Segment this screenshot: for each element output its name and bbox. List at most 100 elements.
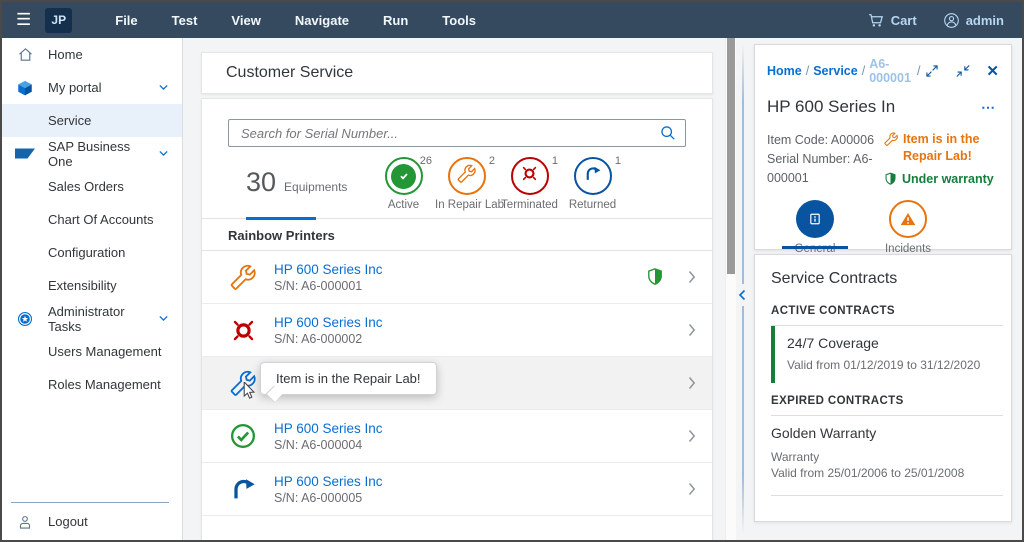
breadcrumb: Home / Service / A6-000001 / ✕ bbox=[755, 45, 1011, 89]
active-tab-indicator bbox=[782, 246, 848, 249]
contract-category: Warranty bbox=[771, 450, 820, 464]
sidebar-item-extensibility[interactable]: Extensibility bbox=[2, 269, 182, 302]
cube-icon bbox=[2, 79, 48, 97]
equipment-row[interactable]: HP 600 Series Inc S/N: A6-000002 bbox=[202, 304, 712, 357]
equipment-name-link[interactable]: HP 600 Series Inc bbox=[274, 262, 646, 277]
menu-file[interactable]: File bbox=[98, 13, 154, 28]
service-contracts-title: Service Contracts bbox=[771, 270, 898, 287]
returned-count-badge: 1 bbox=[614, 155, 621, 167]
menu-test[interactable]: Test bbox=[155, 13, 215, 28]
logout-button[interactable]: Logout bbox=[2, 505, 182, 538]
filter-label: Terminated bbox=[501, 199, 558, 211]
equipment-row[interactable]: HP 600 Series Inc S/N: A6-000001 bbox=[202, 251, 712, 304]
sidebar-item-label: Extensibility bbox=[48, 278, 117, 293]
expired-contracts-header: EXPIRED CONTRACTS bbox=[771, 395, 1003, 416]
expired-contracts-section: EXPIRED CONTRACTS Golden Warranty Warran… bbox=[771, 395, 1003, 491]
sidebar-item-administrator-tasks[interactable]: Administrator Tasks bbox=[2, 302, 182, 335]
chevron-down-icon[interactable] bbox=[157, 312, 170, 325]
sidebar-item-label: Sales Orders bbox=[48, 179, 124, 194]
sidebar-item-chart-of-accounts[interactable]: Chart Of Accounts bbox=[2, 203, 182, 236]
chevron-down-icon[interactable] bbox=[157, 81, 170, 94]
wrench-icon bbox=[228, 262, 258, 292]
breadcrumb-home[interactable]: Home bbox=[767, 64, 802, 78]
sidebar-item-sap-business-one[interactable]: SAP Business One bbox=[2, 137, 182, 170]
menu-tools[interactable]: Tools bbox=[425, 13, 493, 28]
filter-active[interactable]: 26 Active bbox=[372, 155, 435, 211]
equipment-list-card: 30 Equipments 26 Active 2 In Repair Lab … bbox=[201, 98, 713, 540]
contract-item[interactable]: Golden Warranty Warranty Valid from 25/0… bbox=[771, 416, 1003, 491]
equipment-row[interactable]: HP 600 Series Inc S/N: A6-000005 bbox=[202, 463, 712, 516]
filter-in-repair-lab[interactable]: 2 In Repair Lab bbox=[435, 155, 505, 211]
user-menu-button[interactable]: admin bbox=[943, 12, 1004, 29]
equipment-serial: S/N: A6-000005 bbox=[274, 490, 363, 505]
info-icon bbox=[810, 213, 820, 225]
expand-panel-icon[interactable] bbox=[924, 63, 940, 79]
search-input[interactable] bbox=[239, 124, 659, 142]
close-icon[interactable]: ✕ bbox=[986, 64, 999, 79]
collapse-panel-icon[interactable] bbox=[738, 284, 746, 306]
repair-lab-tooltip: Item is in the Repair Lab! bbox=[260, 362, 437, 395]
item-identifiers: Item Code: A00006 Serial Number: A6-0000… bbox=[767, 131, 884, 187]
wrench-icon bbox=[457, 164, 476, 188]
panel-splitter[interactable] bbox=[738, 38, 746, 540]
contract-item[interactable]: 24/7 Coverage Valid from 01/12/2019 to 3… bbox=[771, 326, 1003, 383]
cart-button[interactable]: Cart bbox=[867, 11, 917, 29]
page-title: Customer Service bbox=[226, 64, 354, 81]
menu-navigate[interactable]: Navigate bbox=[278, 13, 366, 28]
overflow-menu-icon[interactable]: ⋯ bbox=[981, 99, 997, 116]
warranty-status-text: Under warranty bbox=[902, 171, 994, 186]
search-icon[interactable] bbox=[659, 124, 677, 142]
main-scrollbar[interactable] bbox=[725, 38, 736, 540]
sidebar-item-label: Configuration bbox=[48, 245, 126, 260]
page-title-card: Customer Service bbox=[201, 52, 713, 94]
chevron-down-icon[interactable] bbox=[157, 147, 170, 160]
sap-logo-icon bbox=[2, 148, 48, 159]
home-icon bbox=[2, 46, 48, 63]
return-arrow-icon bbox=[228, 474, 258, 504]
item-code: Item Code: A00006 bbox=[767, 133, 875, 147]
scrollbar-thumb[interactable] bbox=[727, 38, 735, 274]
sidebar-item-service[interactable]: Service bbox=[2, 104, 182, 137]
filter-terminated[interactable]: 1 Terminated bbox=[498, 155, 561, 211]
chevron-right-icon bbox=[688, 482, 696, 496]
equipment-row-hovered[interactable]: Item is in the Repair Lab! bbox=[202, 357, 712, 410]
tab-incidents[interactable]: Incidents bbox=[875, 200, 941, 255]
sidebar-item-label: Home bbox=[48, 47, 83, 62]
terminated-icon bbox=[520, 164, 539, 188]
filter-label: In Repair Lab bbox=[435, 199, 505, 211]
cart-label: Cart bbox=[890, 12, 917, 28]
exit-fullscreen-icon[interactable] bbox=[955, 63, 971, 79]
sidebar-item-home[interactable]: Home bbox=[2, 38, 182, 71]
main-content: Customer Service 30 Equipments 26 Active bbox=[183, 38, 739, 540]
equipment-row[interactable]: HP 600 Series Inc S/N: A6-000004 bbox=[202, 410, 712, 463]
sidebar-divider bbox=[11, 502, 169, 503]
tab-all-equipments[interactable]: 30 Equipments bbox=[246, 167, 372, 198]
hamburger-menu-icon[interactable]: ☰ bbox=[16, 10, 31, 30]
repair-status-text: Item is in the Repair Lab! bbox=[903, 132, 980, 163]
breadcrumb-service[interactable]: Service bbox=[813, 64, 857, 78]
contract-validity: Valid from 25/01/2006 to 25/01/2008 bbox=[771, 466, 965, 480]
contract-name: 24/7 Coverage bbox=[787, 335, 879, 351]
user-icon bbox=[943, 12, 959, 28]
active-check-icon bbox=[391, 163, 416, 189]
equipment-name-link[interactable]: HP 600 Series Inc bbox=[274, 315, 688, 330]
app-window: ☰ JP File Test View Navigate Run Tools C… bbox=[0, 0, 1024, 542]
equipment-name-link[interactable]: HP 600 Series Inc bbox=[274, 474, 688, 489]
active-contracts-section: ACTIVE CONTRACTS 24/7 Coverage Valid fro… bbox=[771, 305, 1003, 383]
sidebar-item-users-management[interactable]: Users Management bbox=[2, 335, 182, 368]
cart-icon bbox=[868, 14, 883, 27]
sidebar-item-label: Chart Of Accounts bbox=[48, 212, 154, 227]
sidebar-item-configuration[interactable]: Configuration bbox=[2, 236, 182, 269]
warranty-shield-icon bbox=[885, 172, 896, 185]
menu-run[interactable]: Run bbox=[366, 13, 425, 28]
equipment-name-link[interactable]: HP 600 Series Inc bbox=[274, 421, 688, 436]
menu-view[interactable]: View bbox=[214, 13, 277, 28]
filter-returned[interactable]: 1 Returned bbox=[561, 155, 624, 211]
equipment-serial: S/N: A6-000001 bbox=[274, 278, 363, 293]
app-logo[interactable]: JP bbox=[45, 7, 73, 33]
sidebar-item-roles-management[interactable]: Roles Management bbox=[2, 368, 182, 401]
sidebar-item-sales-orders[interactable]: Sales Orders bbox=[2, 170, 182, 203]
sidebar-item-label: Roles Management bbox=[48, 377, 161, 392]
check-circle-icon bbox=[228, 421, 258, 451]
sidebar-item-my-portal[interactable]: My portal bbox=[2, 71, 182, 104]
